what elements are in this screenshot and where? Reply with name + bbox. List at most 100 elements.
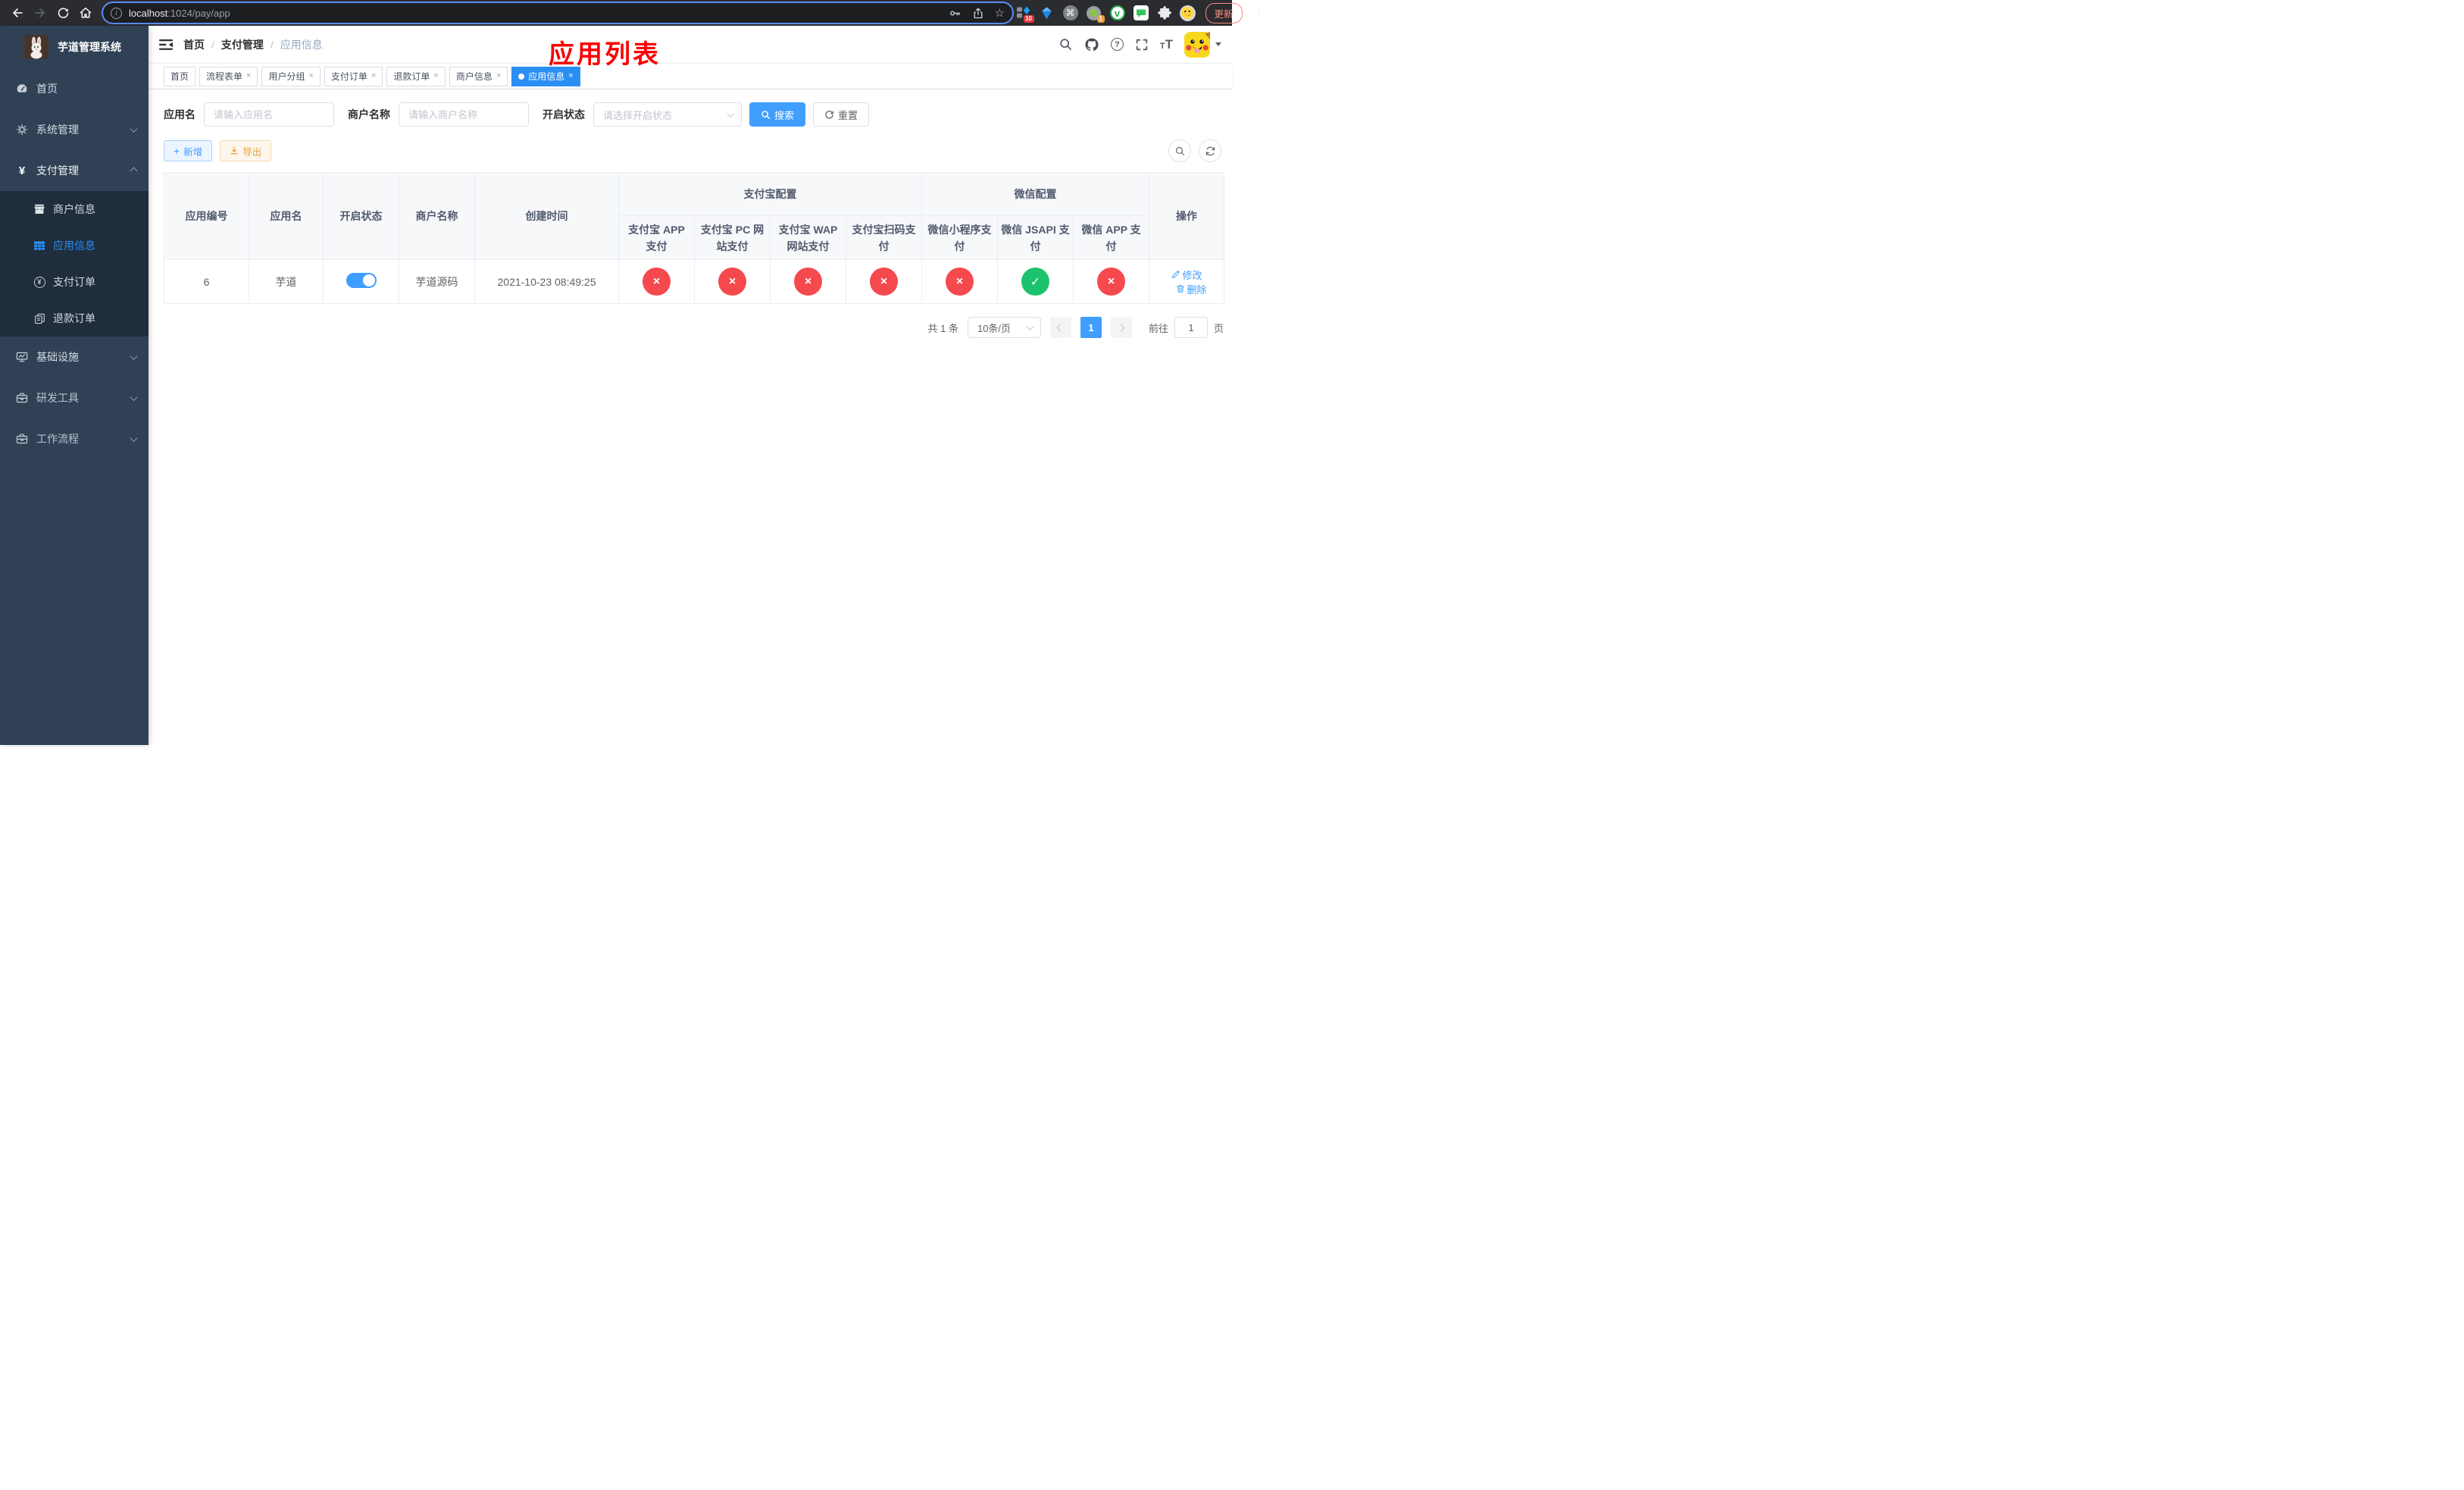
- extensions-puzzle-icon[interactable]: [1156, 5, 1173, 21]
- password-key-icon[interactable]: [949, 7, 962, 20]
- close-icon[interactable]: ×: [371, 72, 376, 80]
- reload-icon: [58, 7, 68, 18]
- enabled-toggle[interactable]: [346, 273, 377, 288]
- sidebar-item-refund-order[interactable]: 退款订单: [0, 300, 149, 337]
- search-icon[interactable]: [1058, 37, 1073, 52]
- tab-label: 首页: [170, 71, 189, 82]
- next-page-button[interactable]: [1110, 317, 1132, 338]
- status-wechat-app: ×: [1097, 268, 1126, 296]
- toolbox-icon: [15, 433, 29, 445]
- sidebar-item-app-info[interactable]: 应用信息: [0, 227, 149, 264]
- tab-home[interactable]: 首页: [164, 66, 196, 86]
- merchant-name-input[interactable]: [399, 102, 529, 127]
- tab-process-form[interactable]: 流程表单 ×: [199, 66, 258, 86]
- sidebar-item-label: 首页: [36, 83, 58, 95]
- close-icon[interactable]: ×: [433, 72, 438, 80]
- chevron-down-icon: [130, 352, 138, 360]
- home-button[interactable]: [76, 3, 95, 23]
- tab-merchant-info[interactable]: 商户信息 ×: [449, 66, 508, 86]
- forward-button[interactable]: [30, 3, 50, 23]
- close-icon[interactable]: ×: [568, 72, 573, 80]
- tab-app-info[interactable]: 应用信息 ×: [511, 66, 580, 86]
- sidebar-item-home[interactable]: 首页: [0, 68, 149, 109]
- close-icon[interactable]: ×: [308, 72, 313, 80]
- info-icon[interactable]: i: [111, 7, 122, 19]
- sidebar-fold-icon[interactable]: [159, 39, 173, 51]
- sidebar-item-system[interactable]: 系统管理: [0, 109, 149, 150]
- close-icon[interactable]: ×: [496, 72, 501, 80]
- gem-extension-icon[interactable]: [1039, 5, 1055, 21]
- search-button[interactable]: 搜索: [749, 102, 806, 127]
- table-toolbar: + 新增 导出: [164, 139, 1221, 162]
- status-wechat-jsapi: ✓: [1021, 268, 1049, 296]
- sidebar-item-workflow[interactable]: 工作流程: [0, 418, 149, 459]
- chat-extension-icon[interactable]: [1133, 5, 1149, 21]
- tab-label: 支付订单: [330, 71, 367, 82]
- tab-label: 用户分组: [268, 71, 305, 82]
- refresh-table-button[interactable]: [1199, 139, 1221, 162]
- reload-button[interactable]: [53, 3, 73, 23]
- edit-button[interactable]: 修改: [1171, 268, 1202, 282]
- chevron-down-icon: [130, 434, 138, 442]
- toggle-search-button[interactable]: [1168, 139, 1191, 162]
- page-number-active[interactable]: 1: [1080, 317, 1102, 338]
- tab-refund-order[interactable]: 退款订单 ×: [386, 66, 446, 86]
- share-icon[interactable]: [972, 7, 984, 20]
- close-icon[interactable]: ×: [246, 72, 251, 80]
- sidebar-item-merchant-info[interactable]: 商户信息: [0, 191, 149, 227]
- breadcrumb-current: 应用信息: [280, 38, 323, 51]
- col-alipay-wap: 支付宝 WAP 网站支付: [770, 215, 846, 260]
- user-menu[interactable]: [1184, 31, 1221, 58]
- chevron-down-icon: [130, 393, 138, 401]
- prev-page-button[interactable]: [1049, 317, 1071, 338]
- browser-update-button[interactable]: 更新: [1205, 2, 1243, 23]
- sidebar-item-infrastructure[interactable]: 基础设施: [0, 337, 149, 377]
- status-select[interactable]: 请选择开启状态: [593, 102, 742, 127]
- search-icon: [761, 110, 771, 119]
- bookmark-star-icon[interactable]: ☆: [995, 8, 1005, 19]
- top-navbar: 首页 / 支付管理 / 应用信息 ? TT: [149, 26, 1232, 64]
- extension-badge: 1: [1097, 15, 1105, 23]
- browser-menu-icon[interactable]: ⋮: [1254, 6, 1265, 20]
- export-button[interactable]: 导出: [220, 140, 272, 161]
- navbar-actions: ? TT: [1058, 31, 1221, 58]
- back-button[interactable]: [8, 3, 27, 23]
- delete-button[interactable]: 删除: [1176, 282, 1207, 296]
- search-form: 应用名 商户名称 开启状态 请选择开启状态 搜索 重置: [164, 102, 1221, 127]
- sidebar-item-pay-order[interactable]: ¥ 支付订单: [0, 264, 149, 300]
- help-icon[interactable]: ?: [1110, 38, 1124, 51]
- col-wechat-jsapi: 微信 JSAPI 支付: [997, 215, 1074, 260]
- back-icon: [13, 8, 23, 17]
- breadcrumb-home[interactable]: 首页: [183, 37, 205, 52]
- proxy-extension-icon[interactable]: 1: [1086, 5, 1105, 23]
- app-name-input[interactable]: [204, 102, 334, 127]
- tab-user-group[interactable]: 用户分组 ×: [261, 66, 321, 86]
- tab-pay-order[interactable]: 支付订单 ×: [324, 66, 383, 86]
- font-size-icon[interactable]: TT: [1160, 38, 1173, 51]
- profile-avatar-icon[interactable]: [1179, 5, 1196, 21]
- add-button[interactable]: + 新增: [164, 140, 213, 161]
- vue-devtools-extension-icon[interactable]: v: [1109, 5, 1126, 21]
- avatar[interactable]: [1184, 31, 1210, 58]
- reset-button[interactable]: 重置: [813, 102, 870, 127]
- breadcrumb-payment[interactable]: 支付管理: [221, 37, 264, 52]
- breadcrumb-separator: /: [270, 38, 274, 51]
- sidebar-item-payment[interactable]: ¥ 支付管理: [0, 150, 149, 191]
- command-extension-icon[interactable]: ⌘: [1062, 5, 1079, 21]
- url-text[interactable]: localhost:1024/pay/app: [129, 8, 949, 19]
- sidebar-item-label: 系统管理: [36, 124, 79, 136]
- cell-app-id: 6: [164, 259, 249, 304]
- page-size-select[interactable]: 10条/页: [967, 317, 1041, 338]
- url-bar[interactable]: i localhost:1024/pay/app ☆: [103, 3, 1012, 23]
- sidebar-item-label: 基础设施: [36, 351, 79, 363]
- dashboard-icon: [15, 83, 29, 95]
- password-manager-extension-icon[interactable]: 10: [1015, 5, 1034, 23]
- fullscreen-icon[interactable]: [1135, 38, 1149, 52]
- chevron-down-icon: [727, 109, 735, 117]
- goto-page-input[interactable]: [1174, 317, 1208, 338]
- github-icon[interactable]: [1084, 37, 1099, 52]
- app-logo[interactable]: 芋道管理系统: [0, 26, 149, 68]
- tab-label: 流程表单: [206, 71, 243, 82]
- cell-app-name: 芋道: [249, 259, 324, 304]
- sidebar-item-devtools[interactable]: 研发工具: [0, 377, 149, 418]
